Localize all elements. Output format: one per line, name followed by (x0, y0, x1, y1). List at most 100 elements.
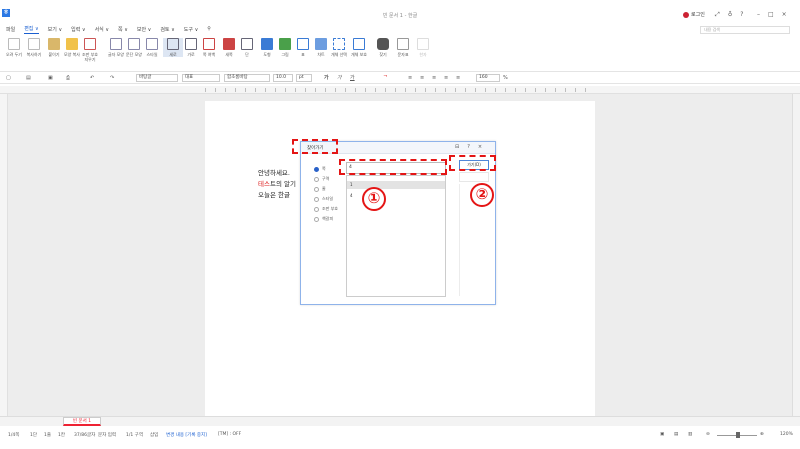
table-button[interactable]: 표 (293, 38, 313, 57)
menu-format[interactable]: 서식 ∨ (95, 26, 109, 33)
ribbon-label: 개체 선택 (331, 52, 347, 57)
menu-bar: 파일 편집 ∨ 보기 ∨ 입력 ∨ 서식 ∨ 쪽 ∨ 보안 ∨ 검토 ∨ 도구 … (0, 22, 800, 36)
ribbon-label: 조판 부호 지우기 (82, 52, 98, 62)
picture-button[interactable]: 그림 (275, 38, 295, 57)
zoom-out-icon[interactable]: ⊖ (706, 432, 710, 437)
save-icon[interactable]: ▣ (48, 74, 53, 82)
protect-object-button[interactable]: 개체 보호 (349, 38, 369, 57)
align-right-icon[interactable]: ≡ (432, 74, 436, 82)
user-icon (683, 11, 689, 18)
search-input[interactable]: 내용 검색 (700, 26, 790, 34)
option-style[interactable]: 스타일 (314, 196, 333, 202)
ribbon-label: 찾기 (379, 52, 387, 57)
underline-button[interactable]: 가 (350, 74, 355, 82)
option-control-code[interactable]: 조판 부호 (314, 206, 338, 212)
font-size-input[interactable]: 10.0 (273, 74, 293, 82)
ribbon-label: 세로 (169, 52, 177, 57)
login-button[interactable]: 로그인 (683, 11, 705, 18)
italic-button[interactable]: 가 (337, 74, 342, 82)
print-icon[interactable]: ⎙ (66, 74, 70, 82)
undo-icon[interactable]: ↶ (90, 74, 94, 82)
menu-edit[interactable]: 편집 ∨ (24, 25, 39, 34)
style-select[interactable]: 바탕글 (136, 74, 178, 82)
annotation-title-box (292, 139, 338, 154)
zoom-in-icon[interactable]: ⊕ (760, 432, 764, 437)
clear-format-button[interactable]: 조판 부호 지우기 (80, 38, 100, 62)
horizontal-ruler[interactable] (0, 86, 800, 94)
theme-icon[interactable]: ♁ (728, 11, 732, 19)
unit-select[interactable]: pt (296, 74, 312, 82)
vertical-ruler[interactable] (0, 94, 8, 416)
tab-document[interactable]: 빈 문서 1 (63, 417, 101, 426)
option-page[interactable]: 쪽 (314, 166, 326, 172)
expand-icon[interactable]: ⤢ (715, 11, 720, 19)
zoom-input[interactable]: 160 (476, 74, 500, 82)
margin-button[interactable]: 쪽 여백 (199, 38, 219, 57)
new-page-button[interactable]: 새쪽 (219, 38, 239, 57)
page-list[interactable]: 1 4 (346, 175, 446, 297)
minimize-button[interactable]: – (757, 11, 760, 18)
char-shape-button[interactable]: 글자 모양 (106, 38, 126, 57)
symbol-button[interactable]: 문자표 (393, 38, 413, 57)
option-line[interactable]: 줄 (314, 186, 326, 192)
status-track[interactable]: 변경 내용 [기록 중지] (166, 432, 207, 438)
font-color-icon[interactable]: ᄀ (383, 74, 388, 82)
horizontal-scrollbar[interactable] (0, 416, 800, 426)
shape-button[interactable]: 도형 (257, 38, 277, 57)
help-icon[interactable]: ? (467, 144, 470, 150)
option-bookmark[interactable]: 책갈피 (314, 216, 333, 222)
menu-search-icon[interactable]: ⚲ (207, 26, 211, 32)
menu-review[interactable]: 검토 ∨ (160, 26, 174, 33)
format-toolbar: ▢ ▤ ▣ ⎙ ↶ ↷ 바탕글 대표 함초롬바탕 10.0 pt 가 가 가 ᄀ… (0, 72, 800, 84)
view-normal-icon[interactable]: ▣ (660, 432, 664, 437)
bold-button[interactable]: 가 (324, 74, 329, 82)
font-select[interactable]: 함초롬바탕 (224, 74, 270, 82)
menu-page[interactable]: 쪽 ∨ (118, 26, 128, 33)
radio-icon (314, 166, 319, 172)
select-object-button[interactable]: 개체 선택 (329, 38, 349, 57)
table-icon (297, 38, 309, 50)
zoom-slider-handle[interactable] (736, 432, 740, 438)
menu-security[interactable]: 보안 ∨ (137, 26, 151, 33)
align-distribute-icon[interactable]: ≡ (456, 74, 460, 82)
chart-button[interactable]: 차트 (311, 38, 331, 57)
paste-button[interactable]: 붙이기 (44, 38, 64, 57)
find-button[interactable]: 찾기 (373, 38, 393, 57)
para-shape-button[interactable]: 문단 모양 (124, 38, 144, 57)
maximize-button[interactable]: □ (768, 11, 774, 18)
format-painter-button[interactable]: 모양 복사 (62, 38, 82, 57)
hanja-button[interactable]: 한자 (413, 38, 433, 57)
align-center-icon[interactable]: ≡ (420, 74, 424, 82)
copy-button[interactable]: 복사하기 (24, 38, 44, 57)
open-icon[interactable]: ▤ (26, 74, 31, 82)
protect-object-icon (353, 38, 365, 50)
status-bar: 1/4쪽 1단 1줄 1칸 37/86글자 문자 입력 1/1 구역 삽입 변경… (0, 427, 800, 449)
hanja-icon (417, 38, 429, 50)
landscape-button[interactable]: 가로 (181, 38, 201, 57)
portrait-button[interactable]: 세로 (163, 38, 183, 57)
collapse-icon[interactable]: ⊟ (455, 144, 459, 150)
font-lang-select[interactable]: 대표 (182, 74, 220, 82)
menu-insert[interactable]: 입력 ∨ (71, 26, 85, 33)
menu-view[interactable]: 보기 ∨ (48, 26, 62, 33)
close-button[interactable]: × (782, 11, 787, 18)
list-item-selected[interactable]: 1 (347, 181, 445, 189)
column-button[interactable]: 단 (237, 38, 257, 57)
align-justify-icon[interactable]: ≡ (444, 74, 448, 82)
menu-tools[interactable]: 도구 ∨ (184, 26, 198, 33)
new-doc-icon[interactable]: ▢ (6, 74, 11, 82)
align-left-icon[interactable]: ≡ (408, 74, 412, 82)
help-icon[interactable]: ? (740, 11, 743, 19)
redo-icon[interactable]: ↷ (110, 74, 114, 82)
view-web-icon[interactable]: ▥ (688, 432, 692, 437)
option-section[interactable]: 구역 (314, 176, 329, 182)
style-icon (146, 38, 158, 50)
portrait-icon (167, 38, 179, 50)
view-page-icon[interactable]: ▤ (674, 432, 678, 437)
cut-button[interactable]: 오려 두기 (4, 38, 24, 57)
menu-file[interactable]: 파일 (6, 26, 15, 33)
vertical-scrollbar[interactable] (792, 94, 800, 416)
style-button[interactable]: 스타일 (142, 38, 162, 57)
close-icon[interactable]: × (478, 144, 482, 150)
list-item[interactable]: 4 (350, 193, 353, 198)
